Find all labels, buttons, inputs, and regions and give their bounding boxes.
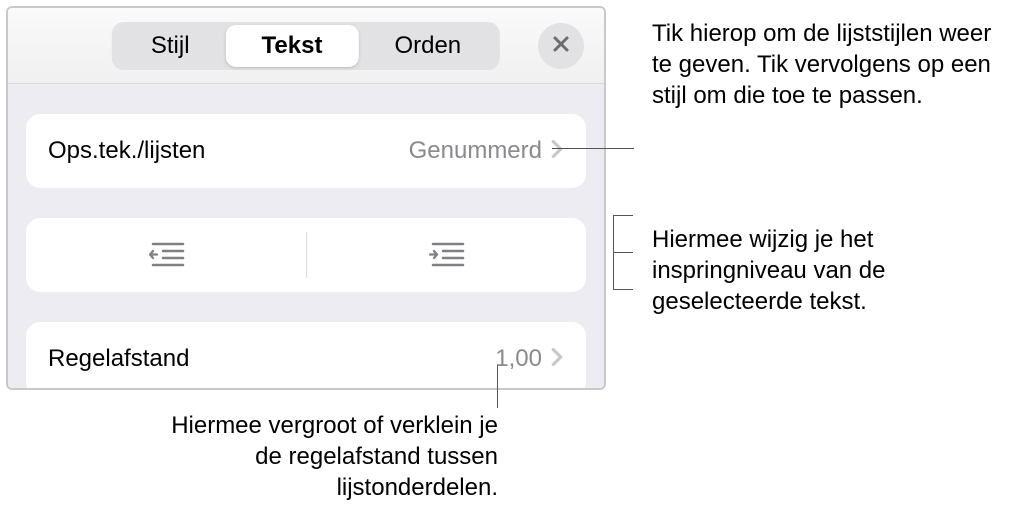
panel-content: Ops.tek./lijsten Genummerd <box>8 84 604 388</box>
callout-leader <box>497 365 498 408</box>
outdent-button[interactable] <box>26 218 306 292</box>
close-button[interactable] <box>538 23 584 69</box>
callout-list-styles: Tik hierop om de lijststijlen weer te ge… <box>652 18 996 112</box>
callout-leader <box>613 252 633 253</box>
indent-button[interactable] <box>307 218 587 292</box>
bullets-lists-row[interactable]: Ops.tek./lijsten Genummerd <box>26 114 586 188</box>
indent-controls-row <box>26 218 586 292</box>
callout-indent: Hiermee wijzig je het inspringniveau van… <box>652 224 996 318</box>
bullets-lists-value: Genummerd <box>409 137 542 165</box>
line-spacing-label: Regelafstand <box>48 345 189 373</box>
chevron-right-icon <box>550 139 564 164</box>
tab-tekst[interactable]: Tekst <box>226 25 359 67</box>
tab-orden[interactable]: Orden <box>358 25 497 67</box>
line-spacing-value: 1,00 <box>495 345 542 373</box>
panel-header: Stijl Tekst Orden <box>8 8 604 84</box>
callout-leader <box>552 148 634 149</box>
callout-leader <box>613 215 633 216</box>
close-icon <box>551 34 571 57</box>
callout-spacing: Hiermee vergroot of verklein je de regel… <box>168 410 498 504</box>
tab-stijl[interactable]: Stijl <box>115 25 226 67</box>
callout-leader <box>613 289 633 290</box>
chevron-right-icon <box>550 347 564 372</box>
line-spacing-row[interactable]: Regelafstand 1,00 <box>26 322 586 390</box>
bullets-lists-label: Ops.tek./lijsten <box>48 137 205 165</box>
indent-icon <box>425 239 467 272</box>
outdent-icon <box>145 239 187 272</box>
segmented-tabs: Stijl Tekst Orden <box>112 22 500 70</box>
format-panel: Stijl Tekst Orden Ops.tek./lijsten Genum… <box>6 6 606 390</box>
